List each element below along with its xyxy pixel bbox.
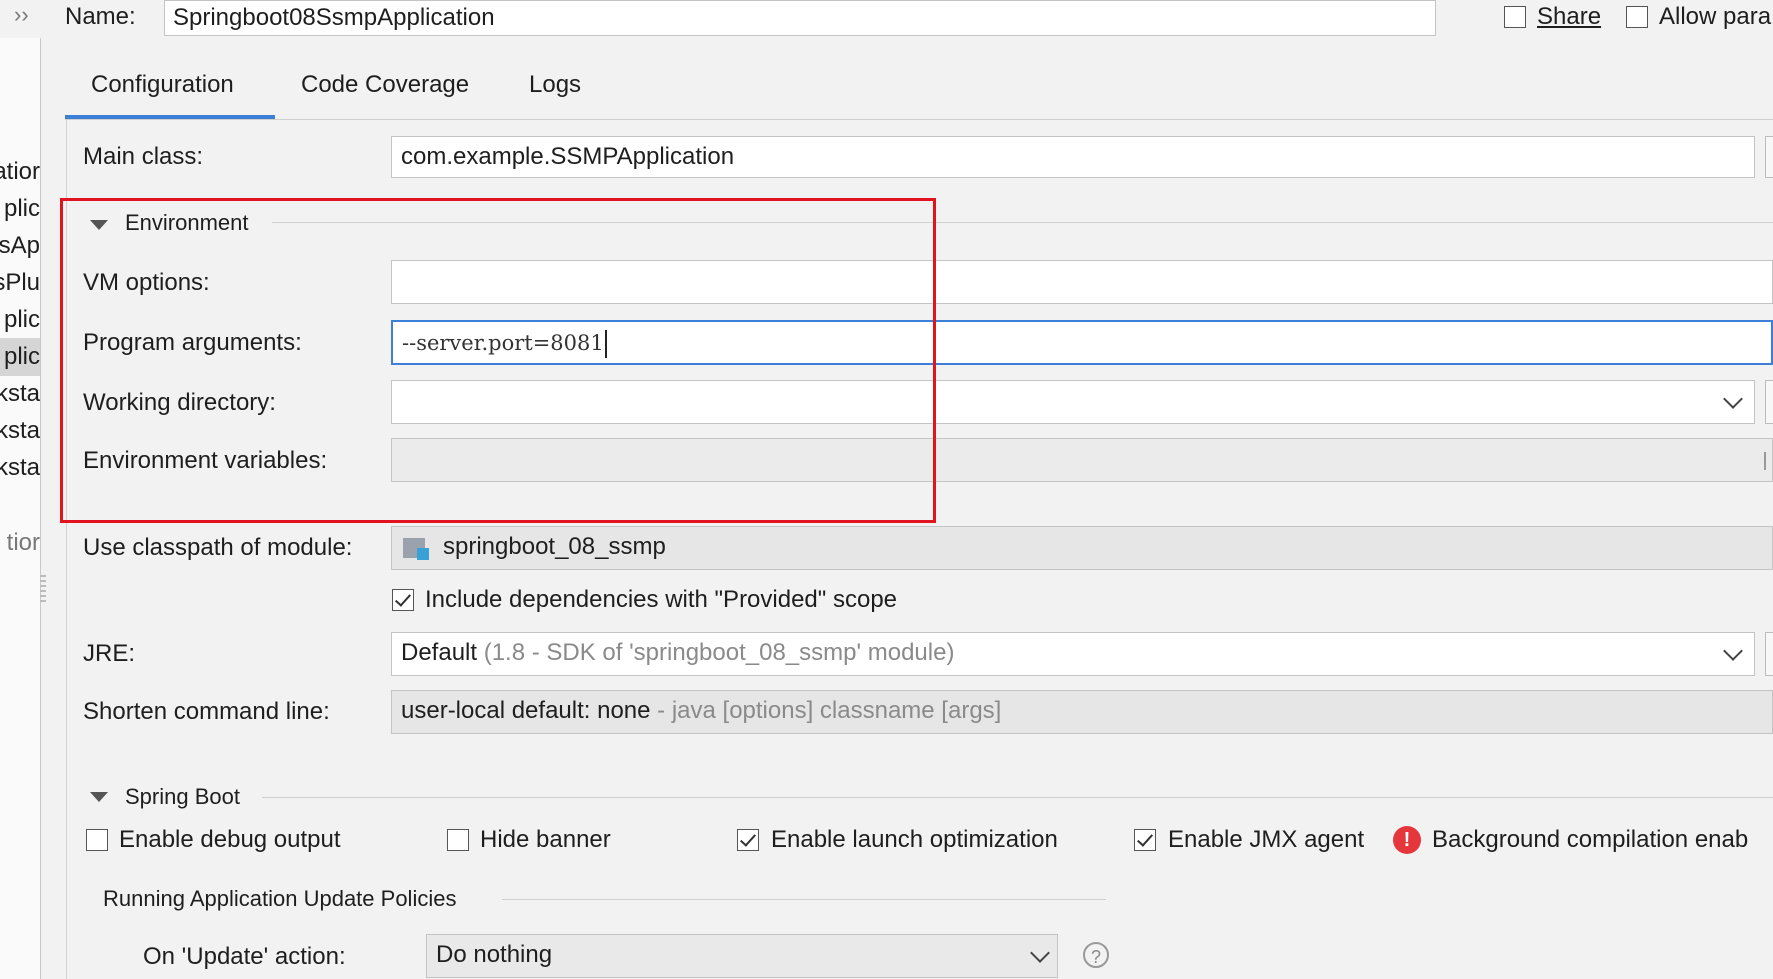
error-icon: ! xyxy=(1393,826,1421,854)
classpath-module-label: Use classpath of module: xyxy=(83,534,353,561)
update-policies-group-line xyxy=(502,899,1106,900)
tree-item[interactable]: ksta xyxy=(0,380,40,408)
classpath-module-select[interactable]: springboot_08_ssmp xyxy=(391,526,1773,570)
module-folder-icon xyxy=(403,536,431,560)
help-icon[interactable]: ? xyxy=(1083,942,1109,968)
tree-item[interactable]: ksta xyxy=(0,454,40,482)
tree-item[interactable]: plic xyxy=(4,195,40,223)
tree-item[interactable]: sPlu xyxy=(0,269,40,297)
name-label: Name: xyxy=(65,3,136,30)
working-directory-browse-button[interactable] xyxy=(1765,380,1773,424)
tab-configuration[interactable]: Configuration xyxy=(91,70,234,100)
jre-select[interactable]: Default (1.8 - SDK of 'springboot_08_ssm… xyxy=(391,632,1755,676)
allow-parallel-label: Allow para xyxy=(1659,3,1772,30)
shorten-command-line-value: user-local default: none xyxy=(401,697,651,724)
main-class-input[interactable]: com.example.SSMPApplication xyxy=(391,136,1755,178)
on-update-action-label: On 'Update' action: xyxy=(143,943,346,970)
splitter-handle[interactable] xyxy=(40,575,46,605)
jre-value: Default xyxy=(401,639,478,666)
jre-label: JRE: xyxy=(83,640,136,667)
allow-parallel-checkbox[interactable] xyxy=(1626,6,1648,28)
main-class-label: Main class: xyxy=(83,143,204,170)
tab-code-coverage[interactable]: Code Coverage xyxy=(301,70,469,100)
enable-launch-optimization-label: Enable launch optimization xyxy=(771,826,1058,853)
background-compilation-warning: Background compilation enab xyxy=(1432,826,1749,853)
hide-banner-checkbox[interactable] xyxy=(447,829,469,851)
include-dependencies-checkbox[interactable] xyxy=(392,589,414,611)
expand-tree-icon[interactable]: ›› xyxy=(14,2,38,30)
enable-jmx-agent-checkbox[interactable] xyxy=(1134,829,1156,851)
shorten-command-line-hint: - java [options] classname [args] xyxy=(657,697,1002,724)
tree-item[interactable]: sAp xyxy=(0,232,40,260)
share-label-text: Share xyxy=(1537,3,1602,30)
jre-hint: (1.8 - SDK of 'springboot_08_ssmp' modul… xyxy=(483,639,955,666)
shorten-command-line-select[interactable]: user-local default: none - java [options… xyxy=(391,690,1773,734)
main-class-browse-button[interactable] xyxy=(1765,136,1773,178)
spring-boot-group-title: Spring Boot xyxy=(125,784,240,809)
share-checkbox[interactable] xyxy=(1504,6,1526,28)
spring-boot-collapse-icon[interactable] xyxy=(90,792,108,802)
enable-debug-output-label: Enable debug output xyxy=(119,826,341,853)
jre-browse-button[interactable] xyxy=(1765,632,1773,676)
include-dependencies-label: Include dependencies with "Provided" sco… xyxy=(425,586,898,613)
on-update-action-select[interactable]: Do nothing xyxy=(426,934,1058,978)
tree-item[interactable]: atior xyxy=(0,158,40,186)
enable-jmx-agent-label: Enable JMX agent xyxy=(1168,826,1365,853)
tree-item-selected[interactable]: plic xyxy=(4,343,40,371)
name-input[interactable]: Springboot08SsmpApplication xyxy=(164,0,1436,36)
tree-item[interactable]: tior xyxy=(7,529,40,557)
enable-debug-output-checkbox[interactable] xyxy=(86,829,108,851)
share-label: Share xyxy=(1537,3,1601,31)
shorten-command-line-label: Shorten command line: xyxy=(83,698,330,725)
enable-launch-optimization-checkbox[interactable] xyxy=(737,829,759,851)
update-policies-title: Running Application Update Policies xyxy=(103,886,457,911)
spring-boot-group-line xyxy=(262,797,1773,798)
tab-logs[interactable]: Logs xyxy=(529,70,581,100)
tree-item[interactable]: plic xyxy=(4,306,40,334)
highlight-annotation-box xyxy=(60,198,936,523)
tree-item[interactable]: ksta xyxy=(0,417,40,445)
run-config-tree[interactable]: atior plic sAp sPlu plic plic ksta ksta … xyxy=(0,38,41,979)
hide-banner-label: Hide banner xyxy=(480,826,611,853)
classpath-module-value: springboot_08_ssmp xyxy=(443,533,666,560)
edit-variables-icon[interactable] xyxy=(1764,452,1773,470)
